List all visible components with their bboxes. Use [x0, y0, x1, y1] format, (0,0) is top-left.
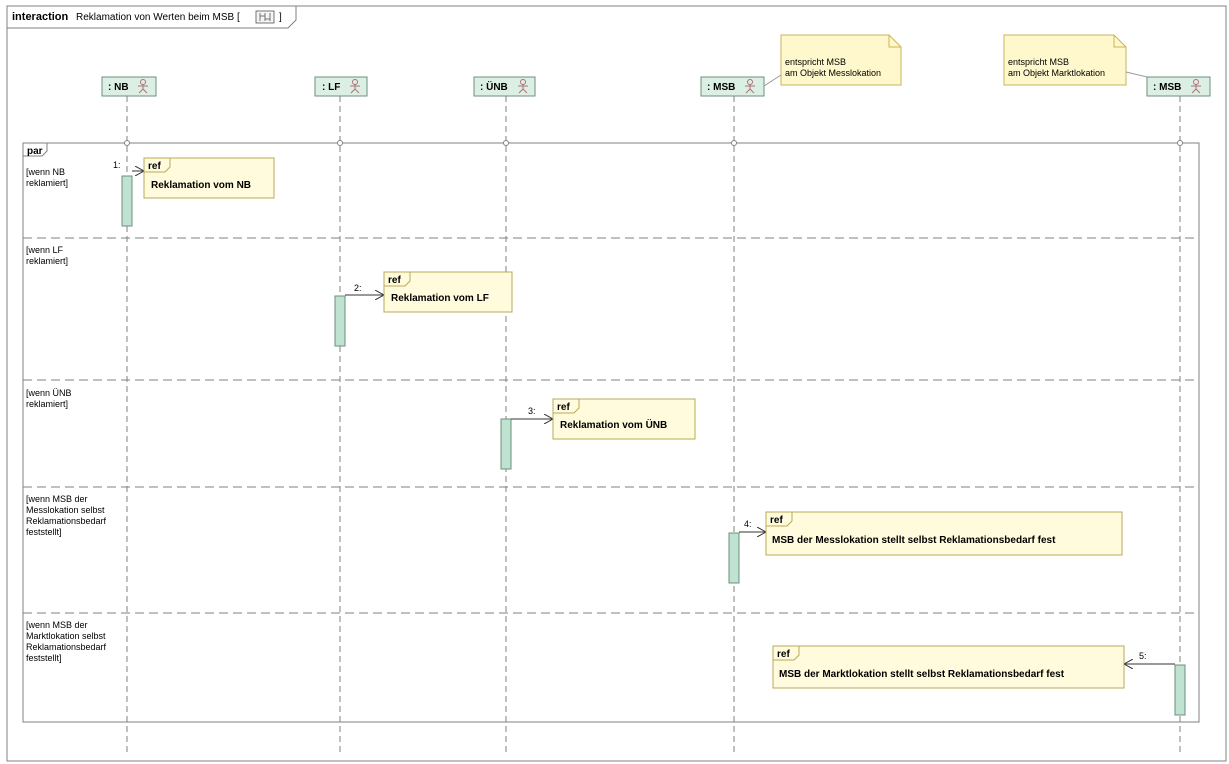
lifeline-label: : LF [322, 82, 340, 93]
note-anchor [1125, 71, 1148, 78]
guard-line: [wenn NB [26, 167, 65, 177]
ref-msb-messlokation[interactable]: ref MSB der Messlokation stellt selbst R… [765, 511, 1123, 556]
ref-label: Reklamation vom LF [391, 293, 489, 304]
guard-line: reklamiert] [26, 399, 68, 409]
diagram-icon [255, 10, 275, 24]
frame-title-suffix: ] [279, 12, 282, 23]
guard-line: [wenn MSB der [26, 494, 88, 504]
note-anchor [763, 74, 782, 87]
note-marktlokation[interactable]: entspricht MSB am Objekt Marktlokation [1003, 34, 1127, 86]
message-number-2: 2: [354, 283, 362, 293]
note-line: am Objekt Marktlokation [1008, 68, 1105, 78]
ref-label: MSB der Marktlokation stellt selbst Rekl… [779, 669, 1065, 680]
lifeline-marker [124, 140, 130, 146]
lifeline-unb[interactable]: : ÜNB [473, 76, 536, 97]
par-operator: par [27, 146, 43, 157]
guard-unb: [wenn ÜNB reklamiert] [26, 388, 72, 409]
guard-line: feststellt] [26, 527, 62, 537]
guard-line: [wenn MSB der [26, 620, 88, 630]
guard-line: reklamiert] [26, 256, 68, 266]
guard-nb: [wenn NB reklamiert] [26, 167, 68, 188]
guard-lf: [wenn LF reklamiert] [26, 245, 68, 266]
ref-label: MSB der Messlokation stellt selbst Rekla… [772, 535, 1056, 546]
lifeline-msb2[interactable]: : MSB [1146, 76, 1211, 97]
diagram-canvas: interaction Reklamation von Werten beim … [6, 5, 1227, 762]
lifeline-marker [731, 140, 737, 146]
lifeline-label: : MSB [1153, 82, 1181, 93]
lifeline-marker [503, 140, 509, 146]
ref-keyword: ref [777, 649, 790, 660]
lifeline-label: : ÜNB [480, 80, 508, 93]
ref-reklamation-unb[interactable]: ref Reklamation vom ÜNB [552, 398, 696, 440]
ref-keyword: ref [557, 402, 570, 413]
ref-label: Reklamation vom ÜNB [560, 418, 667, 431]
ref-keyword: ref [388, 275, 401, 286]
activation-lf [334, 295, 346, 347]
guard-line: Messlokation selbst [26, 505, 105, 515]
note-messlokation[interactable]: entspricht MSB am Objekt Messlokation [780, 34, 902, 86]
lifeline-msb1[interactable]: : MSB [700, 76, 765, 97]
activation-msb2 [1174, 664, 1186, 716]
activation-unb [500, 418, 512, 470]
lifeline-nb[interactable]: : NB [101, 76, 157, 97]
guard-line: reklamiert] [26, 178, 68, 188]
activation-nb [121, 175, 133, 227]
guard-line: [wenn ÜNB [26, 388, 72, 398]
lifeline-label: : MSB [707, 82, 735, 93]
ref-keyword: ref [148, 161, 161, 172]
guard-msb-messlokation: [wenn MSB der Messlokation selbst Reklam… [26, 494, 107, 537]
guard-line: Reklamationsbedarf [26, 642, 107, 652]
guard-line: Reklamationsbedarf [26, 516, 107, 526]
sequence-diagram: interaction Reklamation von Werten beim … [0, 0, 1229, 764]
lifeline-lf[interactable]: : LF [314, 76, 368, 97]
guard-line: [wenn LF [26, 245, 64, 255]
guard-line: feststellt] [26, 653, 62, 663]
lifeline-marker [337, 140, 343, 146]
guard-msb-marktlokation: [wenn MSB der Marktlokation selbst Rekla… [26, 620, 107, 663]
message-number-4: 4: [744, 519, 752, 529]
ref-reklamation-lf[interactable]: ref Reklamation vom LF [383, 271, 513, 313]
lifeline-label: : NB [108, 82, 129, 93]
frame-title: Reklamation von Werten beim MSB [ [76, 12, 240, 23]
note-line: entspricht MSB [1008, 57, 1069, 67]
note-line: am Objekt Messlokation [785, 68, 881, 78]
frame-keyword: interaction [12, 11, 69, 23]
ref-keyword: ref [770, 515, 783, 526]
message-number-1: 1: [113, 160, 121, 170]
ref-label: Reklamation vom NB [151, 180, 251, 191]
lifeline-marker [1177, 140, 1183, 146]
guard-line: Marktlokation selbst [26, 631, 106, 641]
ref-msb-marktlokation[interactable]: ref MSB der Marktlokation stellt selbst … [772, 645, 1125, 689]
message-number-5: 5: [1139, 651, 1147, 661]
message-number-3: 3: [528, 406, 536, 416]
ref-reklamation-nb[interactable]: ref Reklamation vom NB [143, 157, 275, 199]
activation-msb1 [728, 532, 740, 584]
note-line: entspricht MSB [785, 57, 846, 67]
